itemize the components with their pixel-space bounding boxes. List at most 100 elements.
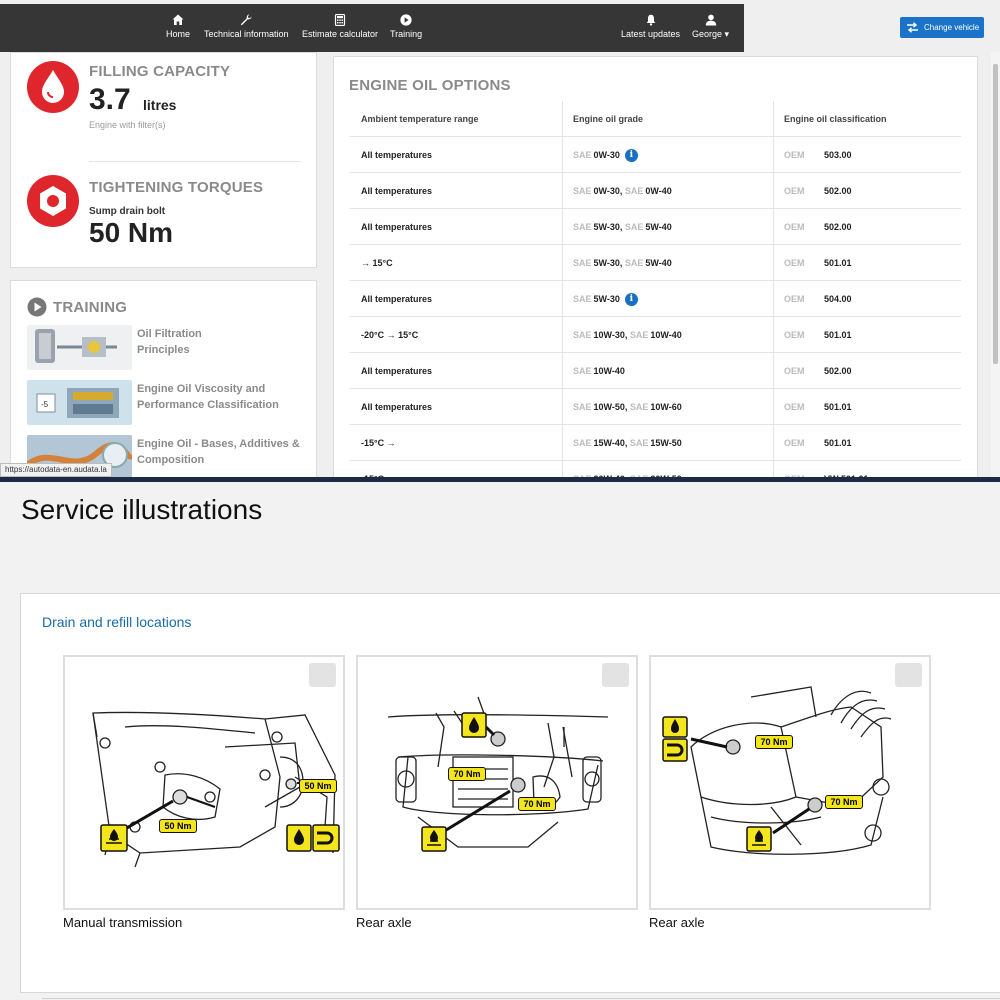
table-body: All temperatures SAE 0W-30 i OEM 503.00 All te… xyxy=(349,137,961,480)
nav-training-label: Training xyxy=(390,29,423,39)
training-item-1[interactable]: Oil Filtration Principles xyxy=(137,326,202,358)
training-thumbnail[interactable]: -5 xyxy=(27,380,132,425)
oil-classification-cell: OEM 501.01 xyxy=(773,245,961,280)
nav-home-label: Home xyxy=(166,29,191,39)
expand-button[interactable] xyxy=(602,663,629,687)
rear-axle-drawing xyxy=(387,696,609,852)
app-top-region: Home Technical information Estimate calc… xyxy=(0,0,1000,480)
sae-prefix: SAE xyxy=(573,150,592,160)
play-icon xyxy=(400,14,412,26)
sae-prefix: SAE xyxy=(629,438,649,448)
change-vehicle-label: Change vehicle xyxy=(924,23,980,32)
oem-prefix: OEM xyxy=(784,186,805,196)
header-oil-classification: Engine oil classification xyxy=(773,101,961,136)
oil-classification: 504.00 xyxy=(824,294,852,304)
illustration-manual-transmission[interactable]: 50 Nm 50 Nm xyxy=(63,655,345,910)
temperature-cell: All temperatures xyxy=(361,186,433,196)
scrollbar-thumb[interactable] xyxy=(993,64,998,364)
engine-oil-options-card: ENGINE OIL OPTIONS Ambient temperature r… xyxy=(333,56,978,480)
training-item-1-line1: Oil Filtration xyxy=(137,328,202,340)
nav-estimate-calculator-label: Estimate calculator xyxy=(302,29,379,39)
tightening-torques-heading: TIGHTENING TORQUES xyxy=(89,179,264,196)
calculator-icon xyxy=(334,14,346,26)
oil-grade: 0W-30 xyxy=(593,150,620,160)
oil-classification-cell: OEM 502.00 xyxy=(773,209,961,244)
training-item-1-line2: Principles xyxy=(137,344,190,356)
engine-oil-table: Ambient temperature range Engine oil gra… xyxy=(349,101,961,480)
drain-refill-title[interactable]: Drain and refill locations xyxy=(42,614,191,630)
nav-estimate-calculator[interactable]: Estimate calculator xyxy=(302,14,378,39)
oil-classification-cell: OEM 501.01 xyxy=(773,425,961,460)
info-icon[interactable]: i xyxy=(624,149,638,163)
oil-classification: 503.00 xyxy=(824,150,852,160)
temperature-cell: All temperatures xyxy=(361,402,433,412)
engine-oil-options-title: ENGINE OIL OPTIONS xyxy=(349,77,511,94)
sae-prefix: SAE xyxy=(624,222,644,232)
table-row: All temperatures SAE 5W-30, SAE 5W-40 OEM 502… xyxy=(349,209,961,245)
oil-drop-icon xyxy=(27,61,79,113)
table-row: All temperatures SAE 5W-30 i OEM 504.00 xyxy=(349,281,961,317)
temperature-cell: -20°C → 15°C xyxy=(361,330,419,340)
oil-classification-cell: OEM 502.00 xyxy=(773,173,961,208)
oil-classification-cell: OEM 503.00 xyxy=(773,137,961,172)
oil-grade-cell: SAE 10W-40 xyxy=(562,353,762,388)
training-item-2-line2: Performance Classification xyxy=(137,399,279,411)
filling-capacity-value: 3.7 xyxy=(89,83,131,116)
home-icon xyxy=(172,14,184,25)
oil-grade: 10W-40 xyxy=(650,330,682,340)
info-icon[interactable]: i xyxy=(624,293,638,307)
oil-grade: 10W-40 xyxy=(593,366,625,376)
nav-technical-information-label: Technical information xyxy=(204,29,289,39)
oil-grade: 15W-40, xyxy=(593,438,628,448)
panel-bottom-divider xyxy=(42,998,1000,999)
oil-grade: 10W-30, xyxy=(593,330,628,340)
sae-prefix: SAE xyxy=(573,330,592,340)
oil-classification: 501.01 xyxy=(824,258,852,268)
sae-prefix: SAE xyxy=(573,402,592,412)
temperature-cell: All temperatures xyxy=(361,294,433,304)
expand-button[interactable] xyxy=(309,663,336,687)
sump-drain-bolt-label: Sump drain bolt xyxy=(89,206,166,217)
sae-prefix: SAE xyxy=(624,258,644,268)
oil-grade-cell: SAE 5W-30 i xyxy=(562,281,762,316)
table-row: All temperatures SAE 10W-50, SAE 10W-60 OEM 5… xyxy=(349,389,961,425)
wrench-icon xyxy=(241,14,252,26)
nav-home[interactable]: Home xyxy=(166,14,190,39)
drain-refill-panel: Drain and refill locations 50 Nm 50 Nm M… xyxy=(20,593,1000,993)
filling-torque-card: FILLING CAPACITY 3.7 litres Engine with … xyxy=(10,52,317,268)
filling-capacity-heading: FILLING CAPACITY xyxy=(89,63,231,80)
oil-grade: 5W-40 xyxy=(645,258,672,268)
torque-label: 50 Nm xyxy=(159,819,197,833)
oil-grade: 5W-30 xyxy=(593,294,620,304)
training-item-3-line2: Composition xyxy=(137,454,205,466)
nav-training[interactable]: Training xyxy=(390,14,422,39)
oil-classification: 501.01 xyxy=(824,330,852,340)
nav-user-menu[interactable]: George ▾ xyxy=(692,14,729,40)
nav-technical-information[interactable]: Technical information xyxy=(204,14,289,39)
expand-button[interactable] xyxy=(895,663,922,687)
training-item-2[interactable]: Engine Oil Viscosity and Performance Cla… xyxy=(137,381,279,413)
torque-label: 70 Nm xyxy=(825,795,863,809)
temperature-cell: -15°C → xyxy=(361,438,396,448)
table-row: All temperatures SAE 10W-40 OEM 502.00 xyxy=(349,353,961,389)
oem-prefix: OEM xyxy=(784,366,805,376)
illustration-rear-axle-1[interactable]: 70 Nm 70 Nm xyxy=(356,655,638,910)
page-scrollbar[interactable] xyxy=(991,52,1000,480)
sae-prefix: SAE xyxy=(573,366,592,376)
nav-latest-updates[interactable]: Latest updates xyxy=(621,14,680,39)
oil-grade: 0W-40 xyxy=(645,186,672,196)
bell-icon xyxy=(646,14,655,26)
change-vehicle-button[interactable]: Change vehicle xyxy=(900,17,984,38)
torque-label: 70 Nm xyxy=(518,797,556,811)
oil-classification: 501.01 xyxy=(824,438,852,448)
rear-axle-drawing xyxy=(662,686,892,855)
oem-prefix: OEM xyxy=(784,294,805,304)
illustration-rear-axle-2[interactable]: 70 Nm 70 Nm xyxy=(649,655,931,910)
training-item-2-line1: Engine Oil Viscosity and xyxy=(137,383,266,395)
oil-grade-cell: SAE 5W-30, SAE 5W-40 xyxy=(562,245,762,280)
oil-grade: 10W-50, xyxy=(593,402,628,412)
training-thumbnail[interactable] xyxy=(27,325,132,370)
oem-prefix: OEM xyxy=(784,222,805,232)
training-item-3[interactable]: Engine Oil - Bases, Additives & Composit… xyxy=(137,436,300,468)
sae-prefix: SAE xyxy=(573,186,592,196)
